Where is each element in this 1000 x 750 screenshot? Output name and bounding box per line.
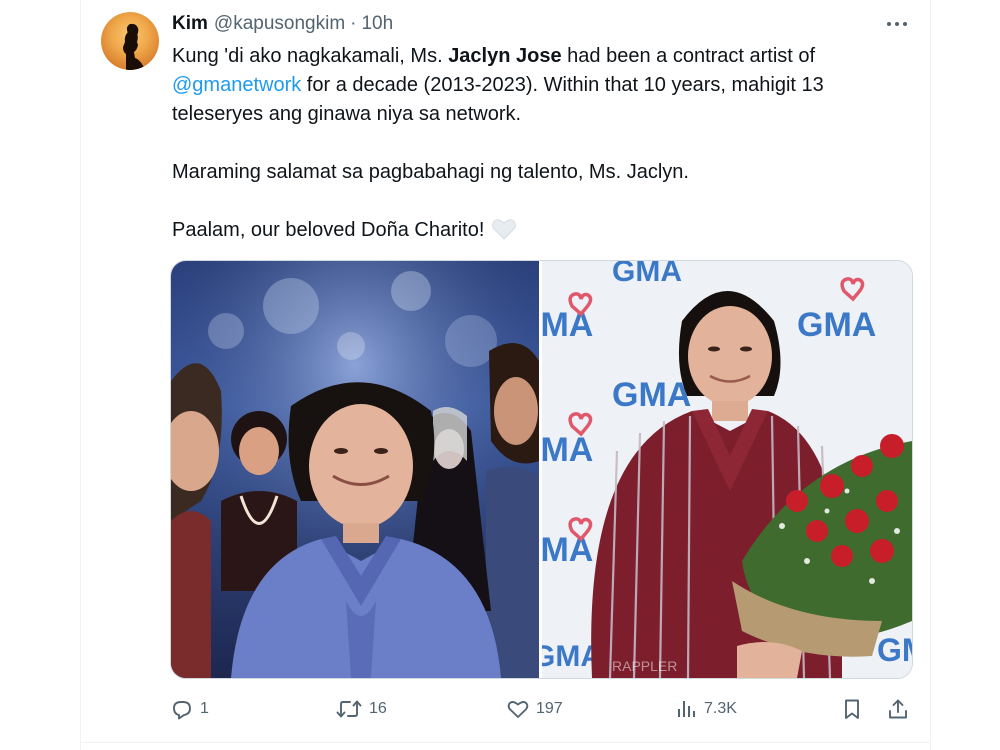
heart-icon	[507, 701, 529, 718]
author-handle[interactable]: @kapusongkim	[214, 13, 345, 35]
tweet-text: Kung 'di ako nagkakamali, Ms. Jaclyn Jos…	[172, 42, 912, 245]
media-image-left[interactable]	[171, 261, 539, 678]
reply-count: 1	[200, 700, 209, 717]
views-icon	[678, 701, 695, 717]
reply-icon	[173, 701, 191, 720]
tweet-timestamp[interactable]: 10h	[361, 13, 393, 35]
tweet-action-bar: 1 16 197 7.3K	[170, 694, 915, 724]
white-heart-emoji-icon	[492, 219, 516, 240]
repost-button[interactable]: 16	[335, 694, 387, 724]
gma-logo-text: GMA	[542, 306, 593, 344]
gma-logo-text: GMA	[797, 306, 876, 344]
text-line2-after: for a decade (2013-2023). Within that 10…	[301, 74, 824, 96]
header-separator: ·	[350, 13, 357, 34]
text-paragraph-3: Paalam, our beloved Doña Charito!	[172, 219, 485, 241]
tweet-media[interactable]: GMA GMA GMA GMA GMA GMA GMA GMA	[170, 260, 913, 679]
avatar[interactable]	[101, 12, 159, 70]
like-button[interactable]: 197	[506, 694, 563, 724]
like-count: 197	[536, 700, 563, 717]
repost-count: 16	[369, 700, 387, 717]
gma-logo-text: GMA	[612, 261, 682, 288]
gma-logo-text: GMA	[612, 376, 691, 414]
teleserye-poster-image	[171, 261, 539, 678]
text-line1-bold-name: Jaclyn Jose	[448, 45, 562, 67]
avatar-silhouette	[123, 23, 145, 70]
bookmark-button[interactable]	[840, 694, 864, 724]
bookmark-icon	[845, 699, 859, 719]
timeline-left-border	[80, 0, 81, 750]
gma-logo-text: GMA	[877, 632, 912, 668]
timeline-right-border	[930, 0, 931, 750]
views-count: 7.3K	[704, 700, 737, 717]
tweet-paragraph-2: Maraming salamat sa pagbabahagi ng talen…	[172, 161, 689, 183]
gma-logo-text: GMA	[542, 531, 593, 569]
gma-logo-text: GMA	[542, 431, 593, 469]
mention-link[interactable]: @gmanetwork	[172, 74, 301, 96]
more-options-button[interactable]	[882, 12, 912, 36]
reply-button[interactable]: 1	[170, 694, 209, 724]
tweet-header: Kim @kapusongkim · 10h	[172, 12, 393, 36]
media-image-right[interactable]: GMA GMA GMA GMA GMA GMA GMA GMA	[542, 261, 912, 678]
tweet-paragraph-3: Paalam, our beloved Doña Charito!	[172, 216, 912, 245]
views-button[interactable]: 7.3K	[676, 694, 737, 724]
tweet-page: Kim @kapusongkim · 10h Kung 'di ako nagk…	[0, 0, 1000, 750]
text-line1-before: Kung 'di ako nagkakamali, Ms.	[172, 45, 449, 67]
image-watermark: RAPPLER	[612, 658, 677, 674]
share-button[interactable]	[886, 694, 910, 724]
tweet-paragraph-1: Kung 'di ako nagkakamali, Ms. Jaclyn Jos…	[172, 42, 912, 129]
more-horizontal-icon	[887, 22, 891, 26]
gma-contract-photo: GMA GMA GMA GMA GMA GMA GMA GMA	[542, 261, 912, 678]
share-icon	[889, 699, 907, 719]
repost-icon	[336, 700, 362, 718]
author-display-name[interactable]: Kim	[172, 13, 208, 35]
text-line1-after: had been a contract artist of	[561, 45, 816, 67]
tweet-bottom-divider	[80, 742, 931, 743]
text-line3: teleseryes ang ginawa niya sa network.	[172, 103, 522, 125]
